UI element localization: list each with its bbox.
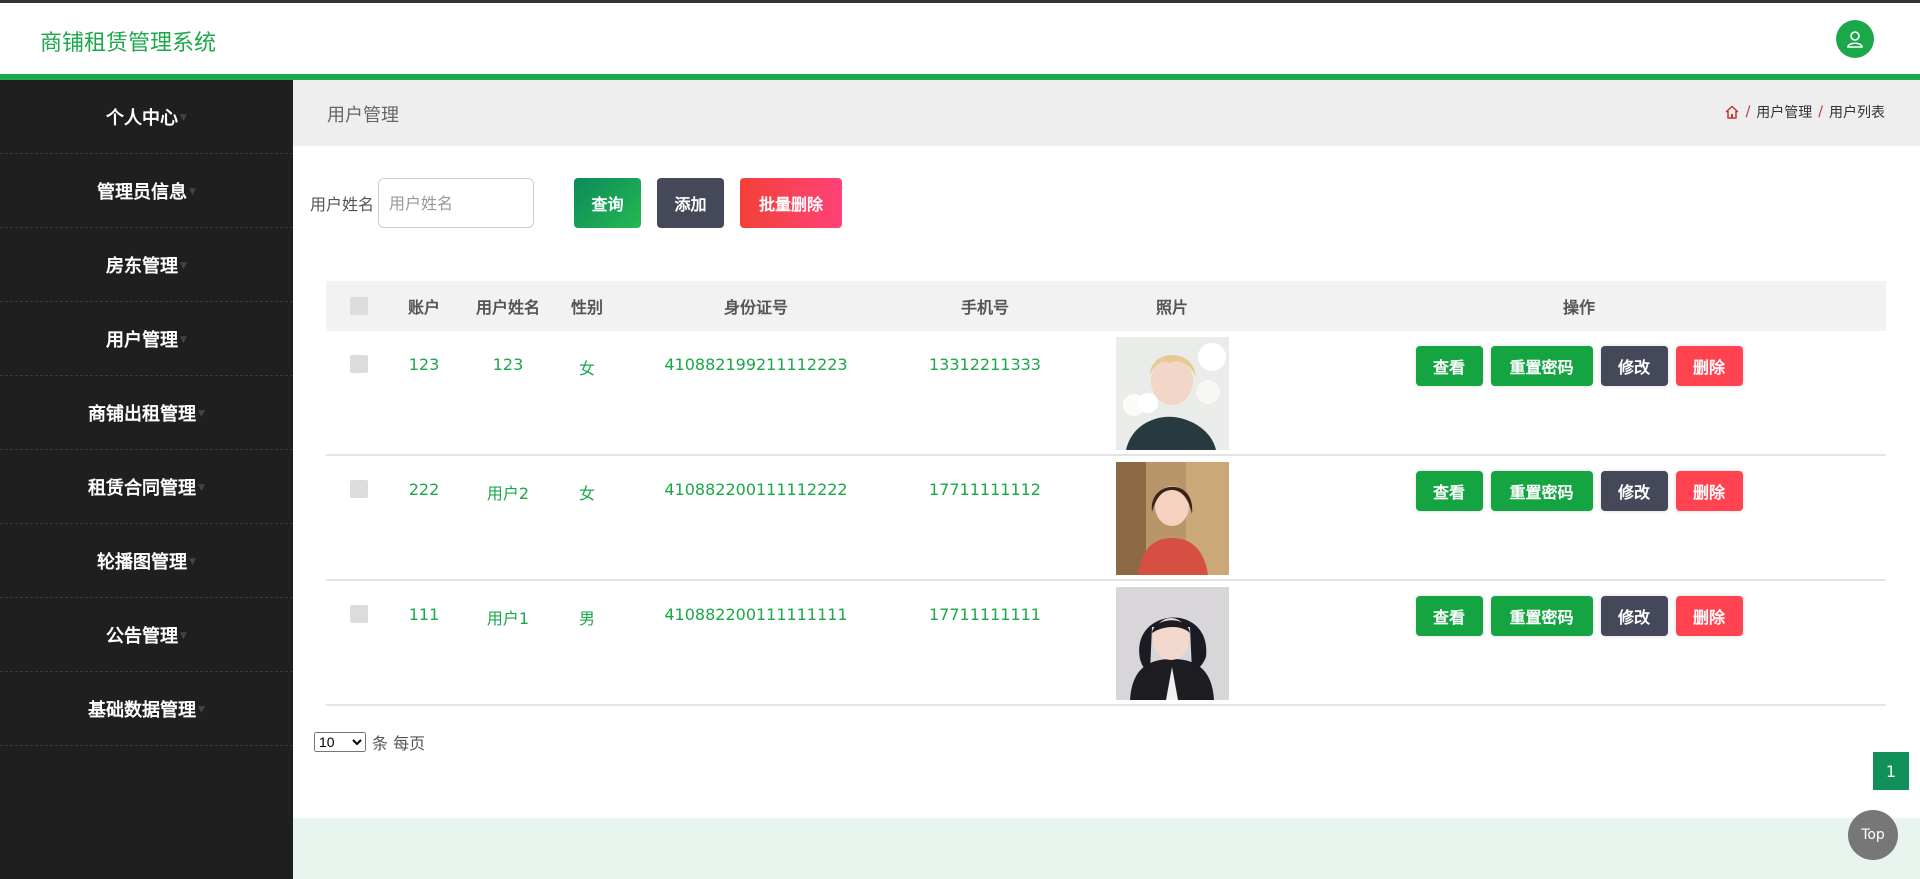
sidebar-item-shop-rental[interactable]: 商铺出租管理 ▼ (0, 376, 293, 450)
sidebar-item-label: 个人中心 (106, 107, 179, 129)
search-name-input[interactable] (378, 178, 535, 228)
sidebar: 个人中心 ▼ 管理员信息 ▼ 房东管理 ▼ 用户管理 ▼ 商铺出租管理 ▼ 租赁合同管理 ▼… (0, 80, 293, 879)
table-row: 111 用户1 男 410882200111111111 17711111111… (326, 581, 1886, 706)
query-button[interactable]: 查询 (574, 178, 642, 228)
caret-down-icon: ▼ (180, 112, 187, 123)
user-photo (1115, 337, 1229, 450)
sidebar-item-label: 基础数据管理 (88, 699, 197, 721)
select-all-checkbox[interactable] (350, 297, 368, 315)
sidebar-item-label: 租赁合同管理 (88, 477, 197, 499)
sidebar-item-personal-center[interactable]: 个人中心 ▼ (0, 80, 293, 154)
sidebar-item-base-data[interactable]: 基础数据管理 ▼ (0, 672, 293, 746)
caret-down-icon: ▼ (198, 408, 205, 419)
row-checkbox[interactable] (350, 355, 368, 373)
row-checkbox[interactable] (350, 480, 368, 498)
caret-down-icon: ▼ (180, 260, 187, 271)
home-icon[interactable] (1724, 104, 1740, 120)
edit-button[interactable]: 修改 (1600, 596, 1668, 636)
header-photo: 照片 (1155, 298, 1188, 317)
cell-id-number: 410882200111111111 (664, 605, 848, 624)
breadcrumb-separator: / (1818, 104, 1823, 120)
user-photo (1115, 587, 1229, 700)
delete-button[interactable]: 删除 (1675, 596, 1743, 636)
page-number-button[interactable]: 1 (1873, 752, 1909, 790)
cell-gender: 女 (578, 484, 595, 503)
sidebar-item-lease-contract[interactable]: 租赁合同管理 ▼ (0, 450, 293, 524)
add-button[interactable]: 添加 (657, 178, 725, 228)
caret-down-icon: ▼ (189, 186, 196, 197)
cell-phone: 13312211333 (929, 355, 1041, 374)
table-row: 222 用户2 女 410882200111112222 17711111112… (326, 456, 1886, 581)
user-avatar-button[interactable] (1836, 20, 1874, 58)
caret-down-icon: ▼ (180, 630, 187, 641)
header-actions: 操作 (1562, 298, 1595, 317)
caret-down-icon: ▼ (198, 704, 205, 715)
app-title: 商铺租赁管理系统 (40, 31, 217, 56)
sidebar-item-label: 用户管理 (106, 329, 179, 351)
reset-password-button[interactable]: 重置密码 (1490, 596, 1593, 636)
cell-account: 111 (408, 605, 440, 624)
row-checkbox[interactable] (350, 605, 368, 623)
page-size-suffix: 条 每页 (372, 734, 426, 753)
header-id-number: 身份证号 (723, 298, 788, 317)
sidebar-item-landlord[interactable]: 房东管理 ▼ (0, 228, 293, 302)
batch-delete-button[interactable]: 批量删除 (740, 178, 843, 228)
breadcrumb-item-user-management[interactable]: 用户管理 (1756, 102, 1812, 122)
sidebar-item-label: 管理员信息 (97, 181, 188, 203)
cell-id-number: 410882200111112222 (664, 480, 848, 499)
cell-name: 用户1 (486, 609, 530, 628)
cell-id-number: 410882199211112223 (664, 355, 848, 374)
cell-account: 222 (408, 480, 440, 499)
table-row: 123 123 女 410882199211112223 13312211333… (326, 331, 1886, 456)
user-table: 账户 用户姓名 性别 身份证号 手机号 照片 操作 123 123 女 4108… (326, 281, 1886, 706)
edit-button[interactable]: 修改 (1600, 471, 1668, 511)
sidebar-item-announcements[interactable]: 公告管理 ▼ (0, 598, 293, 672)
view-button[interactable]: 查看 (1415, 471, 1483, 511)
breadcrumb: / 用户管理 / 用户列表 (1724, 102, 1885, 122)
cell-account: 123 (408, 355, 440, 374)
search-form: 用户姓名 查询 添加 批量删除 (310, 178, 843, 228)
page-title: 用户管理 (327, 105, 399, 126)
sidebar-item-label: 轮播图管理 (97, 551, 188, 573)
sidebar-item-users[interactable]: 用户管理 ▼ (0, 302, 293, 376)
reset-password-button[interactable]: 重置密码 (1490, 471, 1593, 511)
caret-down-icon: ▼ (198, 482, 205, 493)
sidebar-item-carousel[interactable]: 轮播图管理 ▼ (0, 524, 293, 598)
sidebar-item-label: 商铺出租管理 (88, 403, 197, 425)
header-phone: 手机号 (960, 298, 1009, 317)
table-header: 账户 用户姓名 性别 身份证号 手机号 照片 操作 (326, 281, 1886, 331)
user-photo (1115, 462, 1229, 575)
caret-down-icon: ▼ (180, 334, 187, 345)
page-size-control: 10 条 每页 (314, 730, 425, 754)
sidebar-item-admin-info[interactable]: 管理员信息 ▼ (0, 154, 293, 228)
page-size-select[interactable]: 10 (314, 732, 366, 752)
header-account: 账户 (407, 298, 440, 317)
cell-name: 用户2 (486, 484, 530, 503)
sidebar-item-label: 公告管理 (106, 625, 179, 647)
search-label: 用户姓名 (310, 195, 375, 214)
footer (293, 818, 1920, 879)
cell-gender: 女 (578, 359, 595, 378)
breadcrumb-item-user-list: 用户列表 (1829, 105, 1885, 121)
breadcrumb-bar: 用户管理 / 用户管理 / 用户列表 (293, 80, 1920, 146)
header-name: 用户姓名 (475, 298, 540, 317)
cell-gender: 男 (578, 609, 595, 628)
view-button[interactable]: 查看 (1415, 596, 1483, 636)
delete-button[interactable]: 删除 (1675, 346, 1743, 386)
header-gender: 性别 (570, 298, 603, 317)
top-header: 商铺租赁管理系统 (0, 0, 1920, 80)
reset-password-button[interactable]: 重置密码 (1490, 346, 1593, 386)
user-icon (1847, 31, 1863, 48)
caret-down-icon: ▼ (189, 556, 196, 567)
cell-phone: 17711111111 (929, 605, 1041, 624)
view-button[interactable]: 查看 (1415, 346, 1483, 386)
scroll-to-top-button[interactable]: Top (1848, 810, 1898, 860)
sidebar-item-label: 房东管理 (106, 255, 179, 277)
breadcrumb-separator: / (1745, 104, 1751, 120)
cell-name: 123 (492, 355, 524, 374)
delete-button[interactable]: 删除 (1675, 471, 1743, 511)
cell-phone: 17711111112 (929, 480, 1041, 499)
edit-button[interactable]: 修改 (1600, 346, 1668, 386)
